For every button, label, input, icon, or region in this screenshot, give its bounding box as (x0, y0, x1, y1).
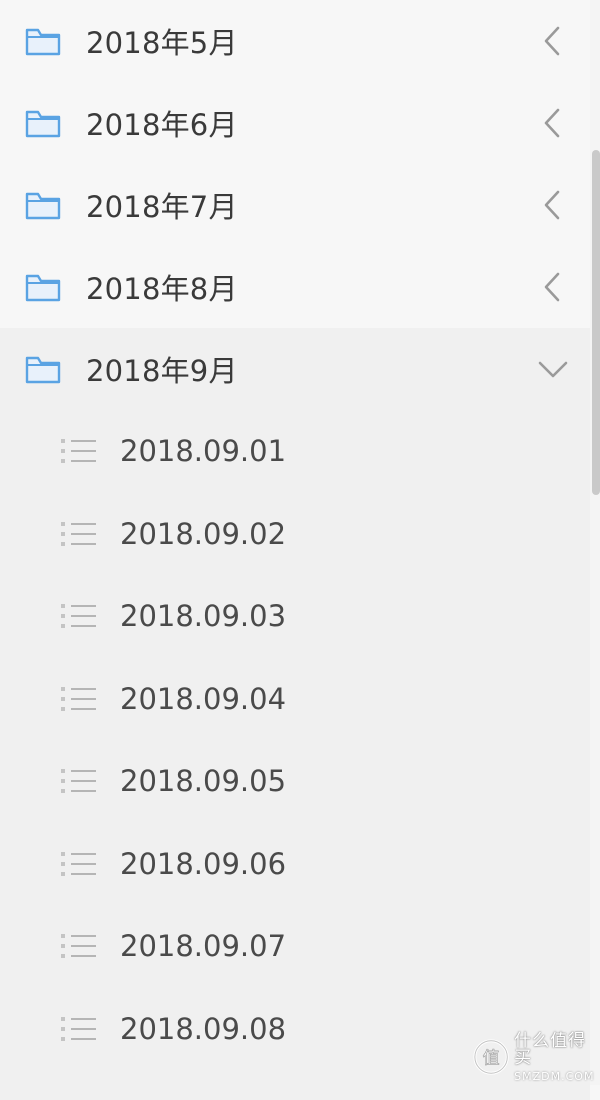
watermark-text: 什么值得买 (514, 1030, 587, 1068)
list-item-2018-09-01[interactable]: 2018.09.01 (0, 410, 590, 493)
list-item-label: 2018.09.02 (120, 516, 287, 551)
chevron-left-icon[interactable] (538, 24, 568, 58)
folder-icon (25, 274, 61, 302)
list-item-label: 2018.09.05 (120, 764, 287, 799)
folder-item-2018-09[interactable]: 2018年9月 (0, 328, 590, 410)
folder-tree: 2018年5月 2018年6月 2018年7月 2018年8月 2018年9月 … (0, 0, 590, 1100)
list-item-2018-09-02[interactable]: 2018.09.02 (0, 493, 590, 576)
folder-item-2018-05[interactable]: 2018年5月 (0, 0, 590, 82)
folder-item-2018-07[interactable]: 2018年7月 (0, 164, 590, 246)
list-icon (61, 934, 96, 959)
watermark-logo-icon: 值 (473, 1039, 509, 1075)
list-icon (61, 439, 96, 464)
list-icon (61, 521, 96, 546)
list-icon (61, 769, 96, 794)
scrollbar-thumb[interactable] (592, 150, 600, 495)
folder-label: 2018年6月 (86, 108, 238, 142)
folder-label: 2018年5月 (86, 26, 238, 60)
list-icon (61, 1016, 96, 1041)
folder-icon (25, 356, 61, 384)
list-item-label: 2018.09.04 (120, 681, 287, 716)
list-item-label: 2018.09.08 (120, 1011, 287, 1046)
list-item-2018-09-03[interactable]: 2018.09.03 (0, 575, 590, 658)
chevron-left-icon[interactable] (538, 188, 568, 222)
folder-label: 2018年8月 (86, 272, 238, 306)
list-item-label: 2018.09.01 (120, 434, 287, 469)
watermark-subtext: SMZDM.COM (514, 1069, 595, 1083)
list-item-label: 2018.09.03 (120, 599, 287, 634)
list-icon (61, 686, 96, 711)
list-item-2018-09-05[interactable]: 2018.09.05 (0, 740, 590, 823)
list-item-label: 2018.09.07 (120, 929, 287, 964)
folder-label: 2018年9月 (86, 354, 238, 388)
list-item-2018-09-06[interactable]: 2018.09.06 (0, 823, 590, 906)
watermark-logo-char: 值 (482, 1049, 499, 1069)
folder-icon (25, 110, 61, 138)
folder-icon (25, 192, 61, 220)
chevron-left-icon[interactable] (538, 270, 568, 304)
folder-icon (25, 28, 61, 56)
list-item-label: 2018.09.06 (120, 846, 287, 881)
list-icon (61, 604, 96, 629)
chevron-down-icon[interactable] (536, 352, 570, 386)
folder-label: 2018年7月 (86, 190, 238, 224)
list-icon (61, 851, 96, 876)
list-item-2018-09-04[interactable]: 2018.09.04 (0, 658, 590, 741)
folder-item-2018-08[interactable]: 2018年8月 (0, 246, 590, 328)
folder-item-2018-06[interactable]: 2018年6月 (0, 82, 590, 164)
list-item-2018-09-07[interactable]: 2018.09.07 (0, 905, 590, 988)
vertical-scrollbar[interactable] (590, 0, 600, 1085)
site-watermark: 值 什么值得买 SMZDM.COM (472, 1032, 600, 1082)
expanded-folder-group: 2018年9月 2018.09.01 2018.09.02 2018.09.03… (0, 328, 590, 1100)
chevron-left-icon[interactable] (538, 106, 568, 140)
